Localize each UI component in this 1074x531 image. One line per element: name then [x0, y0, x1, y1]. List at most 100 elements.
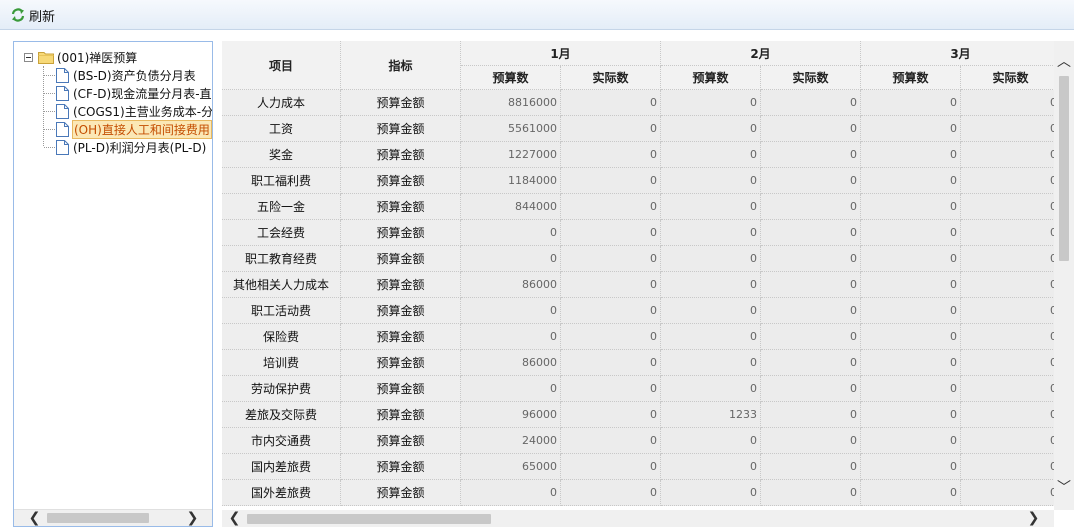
cell-actual-value[interactable]: 0: [961, 142, 1054, 168]
cell-actual-value[interactable]: 0: [961, 168, 1054, 194]
cell-budget-value[interactable]: 0: [461, 298, 561, 324]
cell-actual-value[interactable]: 0: [561, 168, 661, 194]
cell-actual-value[interactable]: 0: [561, 194, 661, 220]
cell-actual-value[interactable]: 0: [961, 194, 1054, 220]
header-month[interactable]: 1月: [461, 41, 661, 66]
header-actual[interactable]: 实际数: [561, 66, 661, 90]
table-row[interactable]: 人力成本 预算金额 8816000 0 0 0 0 0: [222, 90, 1054, 116]
cell-budget-value[interactable]: 0: [661, 324, 761, 350]
tree-node[interactable]: (CF-D)现金流量分月表-直: [56, 84, 212, 102]
scrollbar-thumb[interactable]: [247, 514, 491, 524]
cell-actual-value[interactable]: 0: [961, 376, 1054, 402]
cell-actual-value[interactable]: 0: [561, 90, 661, 116]
scroll-left-arrow-icon[interactable]: ❮: [26, 510, 43, 526]
tree-node[interactable]: (OH)直接人工和间接费用: [56, 119, 212, 139]
table-row[interactable]: 五险一金 预算金额 844000 0 0 0 0 0: [222, 194, 1054, 220]
cell-budget-value[interactable]: 1227000: [461, 142, 561, 168]
scroll-down-arrow-icon[interactable]: ﹀: [1054, 479, 1074, 497]
cell-budget-value[interactable]: 0: [661, 116, 761, 142]
cell-budget-value[interactable]: 86000: [461, 272, 561, 298]
cell-actual-value[interactable]: 0: [561, 116, 661, 142]
header-month[interactable]: 3月: [861, 41, 1054, 66]
cell-actual-value[interactable]: 0: [561, 298, 661, 324]
scroll-right-arrow-icon[interactable]: ❯: [1025, 510, 1042, 527]
cell-actual-value[interactable]: 0: [761, 376, 861, 402]
header-budget[interactable]: 预算数: [461, 66, 561, 90]
cell-actual-value[interactable]: 0: [761, 90, 861, 116]
cell-actual-value[interactable]: 0: [761, 142, 861, 168]
cell-actual-value[interactable]: 0: [961, 402, 1054, 428]
cell-actual-value[interactable]: 0: [761, 428, 861, 454]
header-actual[interactable]: 实际数: [961, 66, 1054, 90]
grid-vertical-scrollbar[interactable]: ︿ ﹀: [1054, 41, 1074, 510]
cell-budget-value[interactable]: 96000: [461, 402, 561, 428]
cell-actual-value[interactable]: 0: [961, 220, 1054, 246]
cell-actual-value[interactable]: 0: [761, 324, 861, 350]
grid-horizontal-scrollbar[interactable]: ❮ ❯: [222, 510, 1054, 527]
tree-horizontal-scrollbar[interactable]: ❮ ❯: [14, 509, 212, 526]
cell-budget-value[interactable]: 0: [861, 272, 961, 298]
cell-budget-value[interactable]: 0: [661, 142, 761, 168]
cell-budget-value[interactable]: 0: [661, 220, 761, 246]
cell-actual-value[interactable]: 0: [561, 454, 661, 480]
cell-budget-value[interactable]: 0: [861, 220, 961, 246]
tree-root-node[interactable]: (001)禅医预算: [38, 48, 138, 66]
cell-budget-value[interactable]: 0: [461, 480, 561, 506]
header-month[interactable]: 2月: [661, 41, 861, 66]
table-row[interactable]: 职工福利费 预算金额 1184000 0 0 0 0 0: [222, 168, 1054, 194]
cell-budget-value[interactable]: 0: [861, 142, 961, 168]
cell-budget-value[interactable]: 0: [661, 168, 761, 194]
cell-budget-value[interactable]: 0: [661, 246, 761, 272]
table-row[interactable]: 工资 预算金额 5561000 0 0 0 0 0: [222, 116, 1054, 142]
cell-budget-value[interactable]: 0: [861, 350, 961, 376]
cell-budget-value[interactable]: 0: [861, 116, 961, 142]
cell-budget-value[interactable]: 0: [861, 298, 961, 324]
cell-actual-value[interactable]: 0: [961, 428, 1054, 454]
cell-actual-value[interactable]: 0: [761, 168, 861, 194]
tree-node[interactable]: (BS-D)资产负债分月表: [56, 66, 197, 84]
tree-node[interactable]: (COGS1)主营业务成本-分: [56, 102, 212, 120]
header-budget[interactable]: 预算数: [661, 66, 761, 90]
cell-actual-value[interactable]: 0: [561, 220, 661, 246]
cell-budget-value[interactable]: 0: [861, 90, 961, 116]
cell-budget-value[interactable]: 0: [861, 194, 961, 220]
cell-actual-value[interactable]: 0: [561, 272, 661, 298]
cell-budget-value[interactable]: 0: [861, 324, 961, 350]
cell-budget-value[interactable]: 0: [461, 376, 561, 402]
table-row[interactable]: 其他相关人力成本 预算金额 86000 0 0 0 0 0: [222, 272, 1054, 298]
table-row[interactable]: 培训费 预算金额 86000 0 0 0 0 0: [222, 350, 1054, 376]
tree-node[interactable]: (PL-D)利润分月表(PL-D): [56, 138, 207, 156]
cell-actual-value[interactable]: 0: [961, 298, 1054, 324]
cell-budget-value[interactable]: 0: [661, 454, 761, 480]
collapse-toggle-icon[interactable]: [24, 53, 33, 62]
cell-budget-value[interactable]: 0: [461, 246, 561, 272]
refresh-button[interactable]: 刷新: [10, 5, 55, 25]
cell-actual-value[interactable]: 0: [961, 246, 1054, 272]
cell-actual-value[interactable]: 0: [761, 402, 861, 428]
cell-actual-value[interactable]: 0: [961, 116, 1054, 142]
table-row[interactable]: 国内差旅费 预算金额 65000 0 0 0 0 0: [222, 454, 1054, 480]
scrollbar-thumb[interactable]: [47, 513, 149, 523]
table-row[interactable]: 差旅及交际费 预算金额 96000 0 1233 0 0 0: [222, 402, 1054, 428]
cell-budget-value[interactable]: 0: [661, 376, 761, 402]
cell-actual-value[interactable]: 0: [961, 272, 1054, 298]
cell-actual-value[interactable]: 0: [761, 220, 861, 246]
cell-budget-value[interactable]: 8816000: [461, 90, 561, 116]
table-row[interactable]: 市内交通费 预算金额 24000 0 0 0 0 0: [222, 428, 1054, 454]
cell-actual-value[interactable]: 0: [561, 142, 661, 168]
scrollbar-thumb[interactable]: [1059, 76, 1069, 261]
table-row[interactable]: 职工活动费 预算金额 0 0 0 0 0 0: [222, 298, 1054, 324]
cell-budget-value[interactable]: 0: [861, 480, 961, 506]
cell-budget-value[interactable]: 0: [661, 194, 761, 220]
cell-budget-value[interactable]: 5561000: [461, 116, 561, 142]
cell-budget-value[interactable]: 0: [861, 454, 961, 480]
header-actual[interactable]: 实际数: [761, 66, 861, 90]
header-indicator[interactable]: 指标: [341, 41, 461, 90]
cell-actual-value[interactable]: 0: [761, 194, 861, 220]
scroll-left-arrow-icon[interactable]: ❮: [226, 510, 243, 527]
cell-budget-value[interactable]: 0: [661, 480, 761, 506]
cell-actual-value[interactable]: 0: [561, 350, 661, 376]
table-row[interactable]: 工会经费 预算金额 0 0 0 0 0 0: [222, 220, 1054, 246]
cell-actual-value[interactable]: 0: [761, 116, 861, 142]
cell-budget-value[interactable]: 0: [461, 324, 561, 350]
